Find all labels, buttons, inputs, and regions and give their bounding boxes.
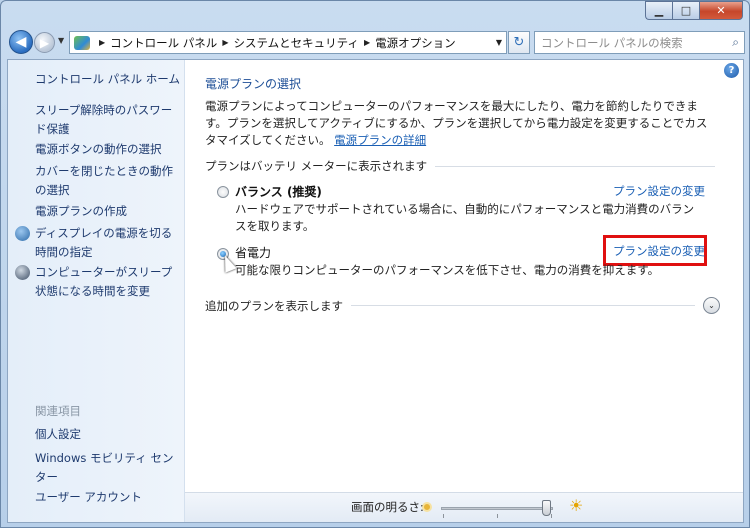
control-panel-icon — [74, 35, 90, 50]
close-button[interactable]: ✕ — [699, 1, 743, 20]
bright-sun-icon: ☀ — [569, 496, 584, 515]
mouse-cursor-icon — [219, 253, 237, 273]
page-description: 電源プランによってコンピューターのパフォーマンスを最大にしたり、電力を節約したり… — [205, 98, 715, 149]
caption-buttons: ▁ □ ✕ — [645, 1, 743, 20]
sleep-moon-icon — [15, 265, 30, 280]
sidebar-link-power-button[interactable]: 電源ボタンの動作の選択 — [35, 140, 180, 159]
refresh-button[interactable]: ↻ — [508, 31, 530, 54]
description-text: 電源プランによってコンピューターのパフォーマンスを最大にしたり、電力を節約したり… — [205, 99, 708, 147]
sidebar-link-display-off[interactable]: ディスプレイの電源を切る時間の指定 — [35, 224, 180, 262]
dim-sun-icon — [422, 502, 432, 512]
breadcrumb-separator-icon[interactable]: ▶ — [364, 38, 370, 47]
breadcrumb-separator-icon[interactable]: ▶ — [99, 38, 105, 47]
slider-tick — [497, 514, 498, 518]
navigation-bar: ◀ ▶ ▼ ▶ コントロール パネル ▶ システムとセキュリティ ▶ 電源オプシ… — [7, 28, 745, 56]
expand-chevron-icon[interactable]: ⌄ — [703, 297, 720, 314]
additional-plans-divider — [351, 305, 695, 306]
status-bar: 画面の明るさ: ☀ — [185, 492, 743, 522]
plan-power-saver-name[interactable]: 省電力 — [235, 244, 271, 261]
forward-button[interactable]: ▶ — [34, 32, 55, 53]
section-label-text: プランはバッテリ メーターに表示されます — [205, 159, 428, 173]
search-icon[interactable]: ⌕ — [732, 35, 739, 50]
control-panel-window: ▁ □ ✕ ◀ ▶ ▼ ▶ コントロール パネル ▶ システムとセキュリティ ▶… — [0, 0, 750, 528]
back-button[interactable]: ◀ — [9, 30, 33, 54]
minimize-button[interactable]: ▁ — [645, 1, 672, 20]
sidebar-link-wake-password[interactable]: スリープ解除時のパスワード保護 — [35, 101, 180, 139]
task-pane: コントロール パネル ホーム スリープ解除時のパスワード保護 電源ボタンの動作の… — [8, 60, 185, 522]
plan-balanced-settings-link[interactable]: プラン設定の変更 — [613, 183, 705, 199]
breadcrumb-power-options[interactable]: 電源オプション — [375, 35, 456, 51]
content-area: コントロール パネル ホーム スリープ解除時のパスワード保護 電源ボタンの動作の… — [7, 59, 744, 523]
plan-power-saver-description: 可能な限りコンピューターのパフォーマンスを低下させ、電力の消費を抑えます。 — [235, 263, 660, 277]
address-bar[interactable]: ▶ コントロール パネル ▶ システムとセキュリティ ▶ 電源オプション ▼ — [69, 31, 507, 54]
section-divider — [435, 165, 715, 167]
additional-plans-label: 追加のプランを表示します — [205, 298, 343, 313]
sidebar-home-link[interactable]: コントロール パネル ホーム — [35, 70, 180, 89]
maximize-button[interactable]: □ — [672, 1, 699, 20]
search-placeholder: コントロール パネルの検索 — [541, 35, 683, 50]
related-link-personalization[interactable]: 個人設定 — [35, 425, 180, 444]
help-icon[interactable]: ? — [724, 63, 739, 78]
breadcrumb-system-security[interactable]: システムとセキュリティ — [233, 35, 358, 51]
search-input[interactable]: コントロール パネルの検索 ⌕ — [534, 31, 745, 54]
display-clock-icon — [15, 226, 30, 241]
battery-meter-section: プランはバッテリ メーターに表示されます — [205, 158, 715, 174]
main-pane: ? 電源プランの選択 電源プランによってコンピューターのパフォーマンスを最大にし… — [185, 60, 743, 522]
brightness-label: 画面の明るさ: — [351, 500, 424, 514]
related-link-user-accounts[interactable]: ユーザー アカウント — [35, 488, 180, 507]
plan-balanced-description: ハードウェアでサポートされている場合に、自動的にパフォーマンスと電力消費のバラン… — [235, 202, 695, 233]
plan-balanced-name[interactable]: バランス (推奨) — [235, 183, 322, 200]
recent-pages-button[interactable]: ▼ — [58, 36, 64, 45]
power-plan-details-link[interactable]: 電源プランの詳細 — [334, 133, 426, 147]
additional-plans-row: 追加のプランを表示します ⌄ — [205, 297, 720, 314]
plan-power-saver-settings-link[interactable]: プラン設定の変更 — [613, 243, 705, 259]
related-heading: 関連項目 — [35, 404, 81, 418]
slider-tick — [443, 514, 444, 518]
related-link-mobility-center[interactable]: Windows モビリティ センター — [35, 449, 180, 487]
address-dropdown-icon[interactable]: ▼ — [496, 38, 502, 47]
slider-tick — [551, 514, 552, 518]
breadcrumb-control-panel[interactable]: コントロール パネル — [110, 35, 217, 51]
brightness-slider[interactable] — [441, 507, 553, 510]
breadcrumb-separator-icon[interactable]: ▶ — [222, 38, 228, 47]
sidebar-link-create-plan[interactable]: 電源プランの作成 — [35, 202, 180, 221]
sidebar-link-sleep-time[interactable]: コンピューターがスリープ状態になる時間を変更 — [35, 263, 180, 301]
sidebar-link-lid-close[interactable]: カバーを閉じたときの動作の選択 — [35, 162, 180, 200]
page-title: 電源プランの選択 — [205, 77, 302, 91]
plan-balanced-radio[interactable] — [217, 186, 229, 198]
